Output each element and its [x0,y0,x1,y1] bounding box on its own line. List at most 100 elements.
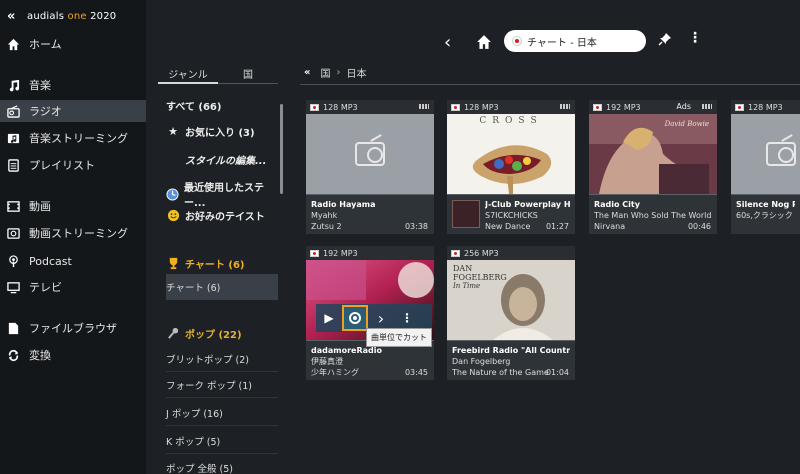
back-icon[interactable]: ‹ [444,32,451,53]
genre-favorites-label: お気に入り (3) [185,128,255,139]
sidebar-item-podcast[interactable]: Podcast [0,250,146,272]
sidebar-item-label: テレビ [29,281,62,294]
card-header: 128 MP3 [731,100,800,114]
genre-taste-label: お好みのテイスト [185,212,265,223]
sidebar-item-radio[interactable]: ラジオ [0,100,146,122]
card-header: 256 MP3 [447,246,575,260]
card-quality: 128 MP3 [323,102,358,112]
genre-favorites[interactable]: ★ お気に入り (3) [166,124,278,139]
sidebar-item-label: ラジオ [29,105,62,118]
pin-icon[interactable] [658,32,672,50]
sidebar-item-label: Podcast [29,254,72,268]
card-quality: 192 MP3 [323,248,358,258]
microphone-icon [166,327,180,341]
tab-country[interactable]: 国 [218,58,278,84]
now-playing-artist: 伊藤真澄 [311,357,343,366]
search-value: チャート - 日本 [527,37,597,49]
genre-item-label: フォーク ポップ (1) [166,380,252,392]
breadcrumb-current: 日本 [346,69,367,80]
genre-recent[interactable]: 最近使用したステー... [166,179,278,209]
record-button[interactable] [342,305,368,331]
genre-item-label: K ポップ (5) [166,436,221,448]
card-quality: 128 MP3 [748,102,783,112]
genre-scrollbar[interactable] [280,104,283,194]
signal-icon [560,104,570,109]
radio-placeholder-icon [355,142,385,166]
station-card[interactable]: 128 MP3 Silence Nog Radio 60s,クラシック ロッ [731,100,800,234]
card-info: J-Club Powerplay Hi... S7ICKCHICKS New D… [447,194,575,232]
sidebar-item-video[interactable]: 動画 [0,195,146,217]
track-time: 03:38 [404,222,428,231]
sidebar-item-label: 音楽ストリーミング [29,132,128,145]
top-bar: ‹ チャート - 日本 ⋮ [300,28,800,56]
sidebar-item-home[interactable]: ホーム [0,33,146,55]
trophy-icon [166,257,180,271]
now-playing-artist: S7ICKCHICKS [485,211,538,220]
breadcrumb-country[interactable]: 国 [320,65,330,80]
podcast-icon [6,254,20,268]
chart-section-label: チャート (6) [185,260,245,271]
sidebar-item-music[interactable]: 音楽 [0,74,146,96]
card-header: 192 MP3 Ads [589,100,717,114]
play-button[interactable]: ▶ [316,304,342,332]
convert-icon [6,348,20,362]
genre-tabs: ジャンル 国 [158,58,284,84]
station-card[interactable]: 192 MP3 Ads David Bowie Radio City The M… [589,100,717,234]
card-quality: 256 MP3 [464,248,499,258]
genre-item-pop-general[interactable]: ポップ 全般 (5) [166,455,278,474]
track-thumbnail [452,200,480,228]
more-options-icon[interactable]: ⋮ [688,30,702,46]
radio-icon [6,104,20,118]
tab-genre[interactable]: ジャンル [158,58,218,84]
sidebar-item-label: プレイリスト [29,159,95,172]
clock-icon [166,187,179,201]
sidebar-item-video-streaming[interactable]: 動画ストリーミング [0,222,146,244]
app-window: « audials one 2020 ホーム 音楽 ラジオ 音楽ストリーミング … [0,0,800,474]
sidebar-item-music-streaming[interactable]: 音楽ストリーミング [0,127,146,149]
sidebar-item-label: ホーム [29,38,62,51]
tv-icon [6,280,20,294]
record-tooltip: 曲単位でカット [366,328,432,347]
sidebar-item-playlist[interactable]: プレイリスト [0,154,146,176]
edit-styles-link[interactable]: スタイルの編集... [166,152,278,167]
sidebar-item-tv[interactable]: テレビ [0,276,146,298]
genre-item-k-pop[interactable]: K ポップ (5) [166,428,278,454]
station-card[interactable]: 128 MP3 CROSS J-Club Powerplay Hi... S7I… [447,100,575,234]
genre-item-britpop[interactable]: ブリットポップ (2) [166,346,278,372]
collapse-sidebar-icon[interactable]: « [7,9,21,24]
genre-item-j-pop[interactable]: J ポップ (16) [166,400,278,426]
film-icon [6,199,20,213]
station-name: J-Club Powerplay Hi... [485,200,570,209]
pop-section-label: ポップ (22) [185,330,242,341]
station-name: Radio Hayama [311,200,376,209]
station-artwork: David Bowie [589,114,717,194]
main-sidebar: « audials one 2020 ホーム 音楽 ラジオ 音楽ストリーミング … [0,0,146,474]
record-icon [349,312,361,324]
artwork-text: David Bowie [664,120,709,128]
sidebar-item-convert[interactable]: 変換 [0,344,146,366]
genre-all[interactable]: すべて (66) [166,98,278,113]
station-artwork: CROSS [447,114,575,194]
genre-item-label: J ポップ (16) [166,408,223,420]
collapse-panel-icon[interactable]: « [304,67,310,78]
track-time: 01:04 [545,368,569,377]
search-field[interactable]: チャート - 日本 [504,30,646,52]
sidebar-item-file-browser[interactable]: ファイルブラウザ [0,317,146,339]
now-playing-artist: Dan Fogelberg [452,357,511,366]
genre-taste[interactable]: お好みのテイスト [166,208,278,223]
home-icon[interactable] [476,34,492,50]
pop-section-header[interactable]: ポップ (22) [166,326,278,341]
video-streaming-icon [6,226,20,240]
card-info: Radio City The Man Who Sold The World Ni… [589,194,717,232]
station-artwork [306,114,434,194]
chart-section-header[interactable]: チャート (6) [166,256,278,271]
now-playing-artist: The Man Who Sold The World [594,211,712,220]
station-card[interactable]: 192 MP3 ▶ › ⋮ dadamoreRadio 伊藤真澄 少年ハミング … [306,246,434,380]
genre-item-folk-pop[interactable]: フォーク ポップ (1) [166,372,278,398]
smiley-icon [166,209,180,223]
genre-item-chart[interactable]: チャート (6) [166,274,278,300]
station-card[interactable]: 128 MP3 Radio Hayama Myahk Zutsu 2 03:38 [306,100,434,234]
station-card[interactable]: 256 MP3 DAN FOGELBERG In Time Freebird R… [447,246,575,380]
station-name: Silence Nog Radio [736,200,795,209]
sidebar-item-label: 動画 [29,200,51,213]
